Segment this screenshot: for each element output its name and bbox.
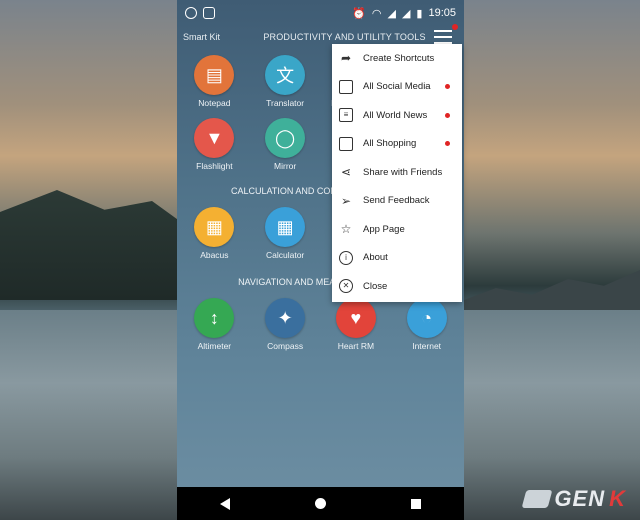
tool-label: Flashlight — [196, 161, 233, 171]
menu-item-label: Send Feedback — [363, 195, 430, 207]
tool-tile-internet[interactable]: ◔ Internet — [391, 295, 462, 360]
tool-tile-abacus[interactable]: ▦ Abacus — [179, 204, 250, 269]
tool-label: Calculator — [265, 250, 305, 260]
hamburger-menu-button[interactable] — [434, 24, 458, 44]
close-icon: ✕ — [339, 279, 353, 294]
star-icon: ☆ — [340, 222, 352, 237]
tool-label: Altimeter — [197, 341, 232, 351]
new-badge-dot — [445, 112, 450, 118]
shopping-bag-icon — [339, 136, 353, 151]
menu-item-share-with-friends[interactable]: ⋖ Share with Friends — [332, 158, 462, 187]
abacus-icon: ▦ — [194, 207, 235, 247]
tool-tile-mirror[interactable]: ◯ Mirror — [250, 115, 321, 178]
status-time: 19:05 — [428, 7, 456, 19]
menu-item-all-shopping[interactable]: All Shopping — [332, 130, 462, 159]
tool-tile-notepad[interactable]: ▤ Notepad — [179, 52, 250, 115]
menu-item-label: Close — [363, 280, 388, 292]
tool-label: Notepad — [198, 98, 231, 108]
background-mountains-right — [460, 270, 640, 315]
menu-item-label: Share with Friends — [363, 166, 443, 178]
menu-item-label: All Shopping — [363, 138, 417, 150]
back-button[interactable] — [219, 497, 230, 510]
new-badge-dot — [445, 141, 450, 147]
app-title: Smart Kit — [183, 32, 221, 42]
new-badge-dot — [445, 84, 450, 90]
news-icon: ≡ — [339, 108, 353, 123]
section-title-productivity: PRODUCTIVITY AND UTILITY TOOLS — [263, 32, 426, 42]
menu-item-create-shortcuts[interactable]: ➦ Create Shortcuts — [332, 44, 462, 73]
signal-icon: ◢ — [387, 7, 396, 20]
tool-label: Mirror — [274, 161, 297, 171]
heart-rate-icon: ♥ — [335, 298, 376, 338]
tool-tile-heart-rm[interactable]: ♥ Heart RM — [321, 295, 392, 360]
android-nav-bar — [177, 487, 464, 520]
info-icon: i — [339, 250, 353, 265]
tool-label: Translator — [266, 98, 305, 108]
menu-item-about[interactable]: i About — [332, 244, 462, 273]
status-bar: ⏰ ◠ ◢ ◢ ▮ 19:05 — [177, 0, 464, 26]
flashlight-icon: ▼ — [194, 118, 235, 158]
tool-tile-altimeter[interactable]: ↕ Altimeter — [179, 295, 250, 360]
social-media-icon — [339, 79, 353, 94]
share-icon: ⋖ — [340, 165, 352, 180]
genk-logo-icon — [522, 490, 553, 508]
tool-tile-translator[interactable]: 文 Translator — [250, 52, 321, 115]
tool-label: Heart RM — [337, 341, 375, 351]
home-button[interactable] — [314, 498, 326, 509]
recents-button[interactable] — [411, 498, 422, 509]
menu-item-send-feedback[interactable]: ➢ Send Feedback — [332, 187, 462, 216]
translator-icon: 文 — [265, 55, 306, 95]
menu-notification-dot — [452, 24, 458, 30]
menu-item-close[interactable]: ✕ Close — [332, 272, 462, 301]
share-arrow-icon: ➦ — [340, 51, 352, 66]
battery-status-icon: ▮ — [416, 7, 423, 20]
notepad-icon: ▤ — [194, 55, 235, 95]
send-icon: ➢ — [340, 193, 352, 208]
tool-tile-flashlight[interactable]: ▼ Flashlight — [179, 115, 250, 178]
altimeter-icon: ↕ — [194, 298, 235, 338]
tool-label: Internet — [412, 341, 442, 351]
menu-item-label: App Page — [363, 223, 405, 235]
compass-icon: ✦ — [265, 298, 306, 338]
menu-item-all-world-news[interactable]: ≡ All World News — [332, 101, 462, 130]
background-mountains-left — [0, 190, 190, 300]
genk-watermark: GEN K — [522, 486, 626, 512]
notification-icon — [185, 7, 197, 19]
mirror-icon: ◯ — [265, 118, 306, 158]
calculator-icon: ▦ — [265, 207, 306, 247]
menu-item-label: About — [363, 252, 388, 264]
menu-item-label: All World News — [363, 109, 428, 121]
alarm-icon: ⏰ — [352, 7, 366, 20]
menu-item-all-social-media[interactable]: All Social Media — [332, 73, 462, 102]
wifi-icon: ◠ — [371, 7, 382, 20]
overflow-menu: ➦ Create Shortcuts All Social Media ≡ All Wo… — [332, 44, 462, 302]
menu-item-label: All Social Media — [363, 81, 431, 93]
tool-label: Compass — [267, 341, 304, 351]
menu-item-app-page[interactable]: ☆ App Page — [332, 215, 462, 244]
tool-tile-compass[interactable]: ✦ Compass — [250, 295, 321, 360]
internet-speed-icon: ◔ — [406, 298, 447, 338]
signal-icon-2: ◢ — [401, 7, 411, 20]
menu-item-label: Create Shortcuts — [363, 52, 435, 64]
navigation-tools-grid: ↕ Altimeter ✦ Compass ♥ Heart RM ◔ Internet — [177, 295, 464, 360]
tool-label: Abacus — [200, 250, 229, 260]
image-icon — [203, 7, 215, 19]
tool-tile-calculator[interactable]: ▦ Calculator — [250, 204, 321, 269]
